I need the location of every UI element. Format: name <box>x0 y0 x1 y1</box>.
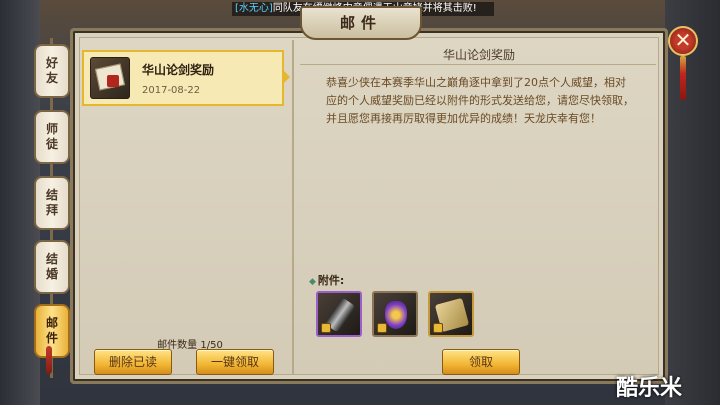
panel-divider <box>292 40 294 374</box>
tab-friends[interactable]: 好友 <box>34 44 70 98</box>
attachment-slot-2[interactable] <box>372 291 418 337</box>
close-tassel-decoration <box>680 56 686 100</box>
attachments-label-text: 附件: <box>317 274 345 287</box>
attachment-slot-3[interactable] <box>428 291 474 337</box>
purple-gem-item-icon <box>385 301 407 329</box>
mail-list-item[interactable]: 华山论剑奖励 2017-08-22 <box>82 50 284 106</box>
attachment-slot-1[interactable] <box>316 291 362 337</box>
lock-icon <box>321 323 331 333</box>
ticker-sender: [水无心] <box>235 3 273 14</box>
close-icon: ✕ <box>674 28 692 52</box>
window-title: 邮件 <box>339 14 382 32</box>
lock-icon <box>377 323 387 333</box>
close-button[interactable]: ✕ <box>668 26 698 56</box>
tab-friends-label: 好友 <box>45 56 58 85</box>
selected-arrow-icon <box>283 70 290 84</box>
mail-detail-title: 华山论剑奖励 <box>442 48 515 62</box>
window-title-plaque: 邮件 <box>300 6 422 40</box>
tab-master-disciple[interactable]: 师徒 <box>34 110 70 164</box>
tab-mail[interactable]: 邮件 <box>34 304 70 358</box>
tabs-tassel-decoration <box>46 346 52 374</box>
mail-item-title: 华山论剑奖励 <box>142 63 215 77</box>
mail-detail-body: 恭喜少侠在本赛季华山之巅角逐中拿到了20点个人威望，相对应的个人威望奖励已经以附… <box>326 76 634 125</box>
tab-mail-label: 邮件 <box>45 316 58 345</box>
watermark-logo: 酷乐米 <box>616 376 683 401</box>
tab-marriage[interactable]: 结婚 <box>34 240 70 294</box>
lock-icon <box>433 323 443 333</box>
background-right-wall <box>665 0 720 405</box>
diamond-bullet-icon: ◆ <box>309 277 316 287</box>
attachments-label: ◆ 附件: <box>309 272 344 288</box>
tab-marriage-label: 结婚 <box>45 252 58 281</box>
side-tabs: 好友 师徒 结拜 结婚 邮件 <box>30 38 74 378</box>
tab-master-disciple-label: 师徒 <box>45 122 58 151</box>
mail-item-date: 2017-08-22 <box>142 85 201 96</box>
tab-sworn-brothers[interactable]: 结拜 <box>34 176 70 230</box>
reward-letter-icon <box>90 57 130 99</box>
claim-all-button[interactable]: 一键领取 <box>196 349 274 375</box>
tab-sworn-brothers-label: 结拜 <box>45 188 58 217</box>
delete-read-button[interactable]: 删除已读 <box>94 349 172 375</box>
letter-seal-icon <box>107 75 119 87</box>
claim-button[interactable]: 领取 <box>442 349 520 375</box>
detail-title-divider <box>300 64 656 65</box>
